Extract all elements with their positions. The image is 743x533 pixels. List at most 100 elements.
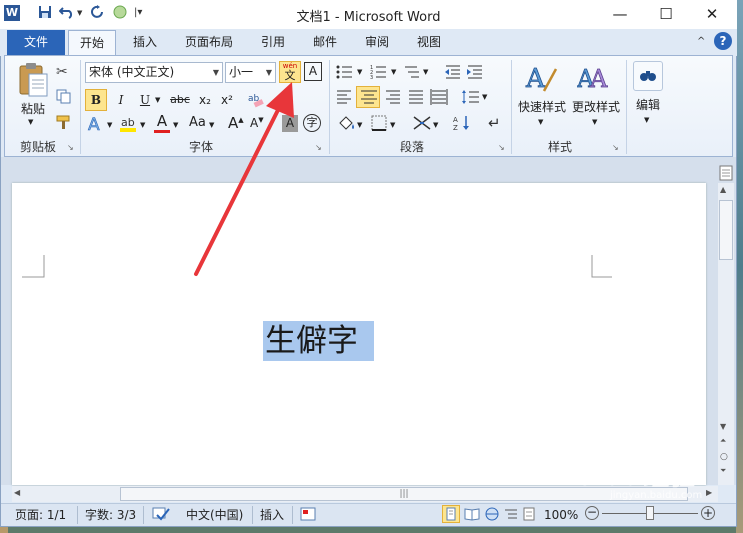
prev-page-icon[interactable]: ⏶	[720, 436, 726, 446]
highlight-dropdown-icon[interactable]: ▼	[140, 121, 145, 129]
draft-icon[interactable]	[521, 506, 537, 525]
text-effects-icon[interactable]: A	[86, 114, 106, 137]
find-icon[interactable]	[633, 61, 663, 91]
paste-button[interactable]: 粘贴	[16, 100, 50, 117]
ruler-icon[interactable]	[718, 165, 734, 183]
tab-page-layout[interactable]: 页面布局	[178, 30, 240, 55]
shading-dropdown-icon[interactable]: ▼	[357, 121, 362, 129]
zoom-level[interactable]: 100%	[544, 507, 578, 523]
line-spacing-icon[interactable]	[461, 89, 481, 108]
justify-icon[interactable]	[407, 89, 425, 108]
outline-icon[interactable]	[503, 506, 519, 525]
tab-view[interactable]: 视图	[407, 30, 451, 55]
increase-indent-icon[interactable]	[466, 64, 484, 83]
copy-icon[interactable]	[56, 89, 72, 107]
chinese-layout-dropdown-icon[interactable]: ▼	[433, 121, 438, 129]
font-color-dropdown-icon[interactable]: ▼	[173, 121, 178, 129]
bold-button[interactable]: B	[85, 89, 107, 111]
underline-button[interactable]: U	[134, 89, 156, 111]
bullets-icon[interactable]	[336, 64, 354, 83]
scroll-left-icon[interactable]: ◀	[14, 488, 20, 497]
cut-icon[interactable]: ✂	[56, 64, 68, 80]
group-divider	[80, 60, 81, 154]
editing-button[interactable]: 编辑	[629, 96, 667, 113]
clipboard-group-label: 剪贴板	[19, 140, 56, 154]
status-insert-mode[interactable]: 插入	[260, 507, 284, 523]
quick-styles-button[interactable]: 快速样式	[516, 98, 568, 115]
quick-styles-icon[interactable]: A	[524, 61, 558, 98]
shading-icon[interactable]	[337, 114, 357, 135]
zoom-slider-thumb[interactable]	[646, 506, 654, 520]
zoom-out-icon[interactable]: −	[585, 506, 599, 520]
tab-mailings[interactable]: 邮件	[303, 30, 347, 55]
scroll-down-icon[interactable]: ▼	[720, 422, 726, 431]
status-word-count[interactable]: 字数: 3/3	[85, 507, 136, 523]
line-spacing-dropdown-icon[interactable]: ▼	[482, 93, 487, 101]
spell-check-icon[interactable]	[151, 506, 171, 525]
decrease-indent-icon[interactable]	[444, 64, 462, 83]
numbering-icon[interactable]: 123	[370, 64, 388, 83]
underline-dropdown-icon[interactable]: ▼	[155, 96, 160, 104]
help-icon[interactable]: ?	[714, 32, 732, 50]
show-marks-icon[interactable]: ↵	[488, 114, 501, 132]
collapse-ribbon-icon[interactable]: ^	[697, 36, 705, 47]
tab-home[interactable]: 开始	[68, 30, 116, 55]
numbering-dropdown-icon[interactable]: ▼	[391, 68, 396, 76]
print-layout-icon[interactable]	[442, 505, 460, 523]
format-painter-icon[interactable]	[56, 114, 74, 133]
italic-button[interactable]: I	[110, 89, 132, 111]
status-page[interactable]: 页面: 1/1	[15, 507, 66, 523]
font-size-value: 小一	[229, 65, 254, 79]
change-styles-dropdown-icon[interactable]: ▼	[592, 118, 597, 126]
selected-text[interactable]: 生僻字	[263, 321, 374, 361]
web-layout-icon[interactable]	[484, 506, 500, 525]
tab-insert[interactable]: 插入	[123, 30, 167, 55]
distributed-icon[interactable]	[430, 89, 448, 108]
font-color-button[interactable]: A	[152, 112, 172, 133]
styles-launcher-icon[interactable]: ↘	[612, 143, 621, 152]
svg-text:A: A	[525, 64, 546, 94]
quick-styles-dropdown-icon[interactable]: ▼	[538, 118, 543, 126]
highlight-icon[interactable]: ab	[118, 114, 138, 137]
char-border-button[interactable]: A	[304, 62, 322, 81]
macro-record-icon[interactable]	[300, 506, 316, 525]
editing-dropdown-icon[interactable]: ▼	[644, 116, 649, 124]
align-left-icon[interactable]	[335, 89, 353, 108]
align-right-icon[interactable]	[384, 89, 402, 108]
svg-text:3: 3	[370, 75, 373, 80]
bullets-dropdown-icon[interactable]: ▼	[357, 68, 362, 76]
full-screen-icon[interactable]	[464, 506, 480, 525]
borders-dropdown-icon[interactable]: ▼	[390, 121, 395, 129]
status-separator	[77, 506, 78, 524]
multilevel-dropdown-icon[interactable]: ▼	[423, 68, 428, 76]
maximize-icon[interactable]: ☐	[643, 0, 689, 29]
vertical-scroll-thumb[interactable]	[719, 200, 733, 260]
close-icon[interactable]: ✕	[689, 0, 735, 29]
borders-icon[interactable]	[371, 115, 387, 134]
group-divider	[511, 60, 512, 154]
status-language[interactable]: 中文(中国)	[186, 507, 243, 523]
red-annotation-arrow	[194, 82, 294, 276]
zoom-in-icon[interactable]: +	[701, 506, 715, 520]
tab-references[interactable]: 引用	[251, 30, 295, 55]
tab-review[interactable]: 审阅	[355, 30, 399, 55]
chinese-layout-icon[interactable]	[412, 115, 432, 134]
multilevel-icon[interactable]	[403, 64, 421, 83]
change-styles-button[interactable]: 更改样式	[570, 98, 622, 115]
text-effects-dropdown-icon[interactable]: ▼	[107, 121, 112, 129]
tab-file[interactable]: 文件	[7, 30, 65, 55]
change-styles-icon[interactable]: AA	[576, 61, 611, 98]
scroll-up-icon[interactable]: ▲	[720, 185, 726, 194]
svg-text:A: A	[453, 116, 458, 124]
enclose-char-button[interactable]: 字	[303, 114, 321, 132]
sort-icon[interactable]: AZ	[452, 114, 472, 135]
paste-dropdown-icon[interactable]: ▼	[28, 118, 33, 126]
font-launcher-icon[interactable]: ↘	[315, 143, 324, 152]
crop-mark-right	[591, 255, 612, 278]
crop-mark-left	[22, 255, 45, 278]
paragraph-launcher-icon[interactable]: ↘	[498, 143, 507, 152]
align-center-icon[interactable]	[356, 86, 380, 108]
minimize-icon[interactable]: —	[597, 0, 643, 29]
clipboard-launcher-icon[interactable]: ↘	[67, 143, 76, 152]
paste-icon[interactable]	[15, 62, 49, 98]
